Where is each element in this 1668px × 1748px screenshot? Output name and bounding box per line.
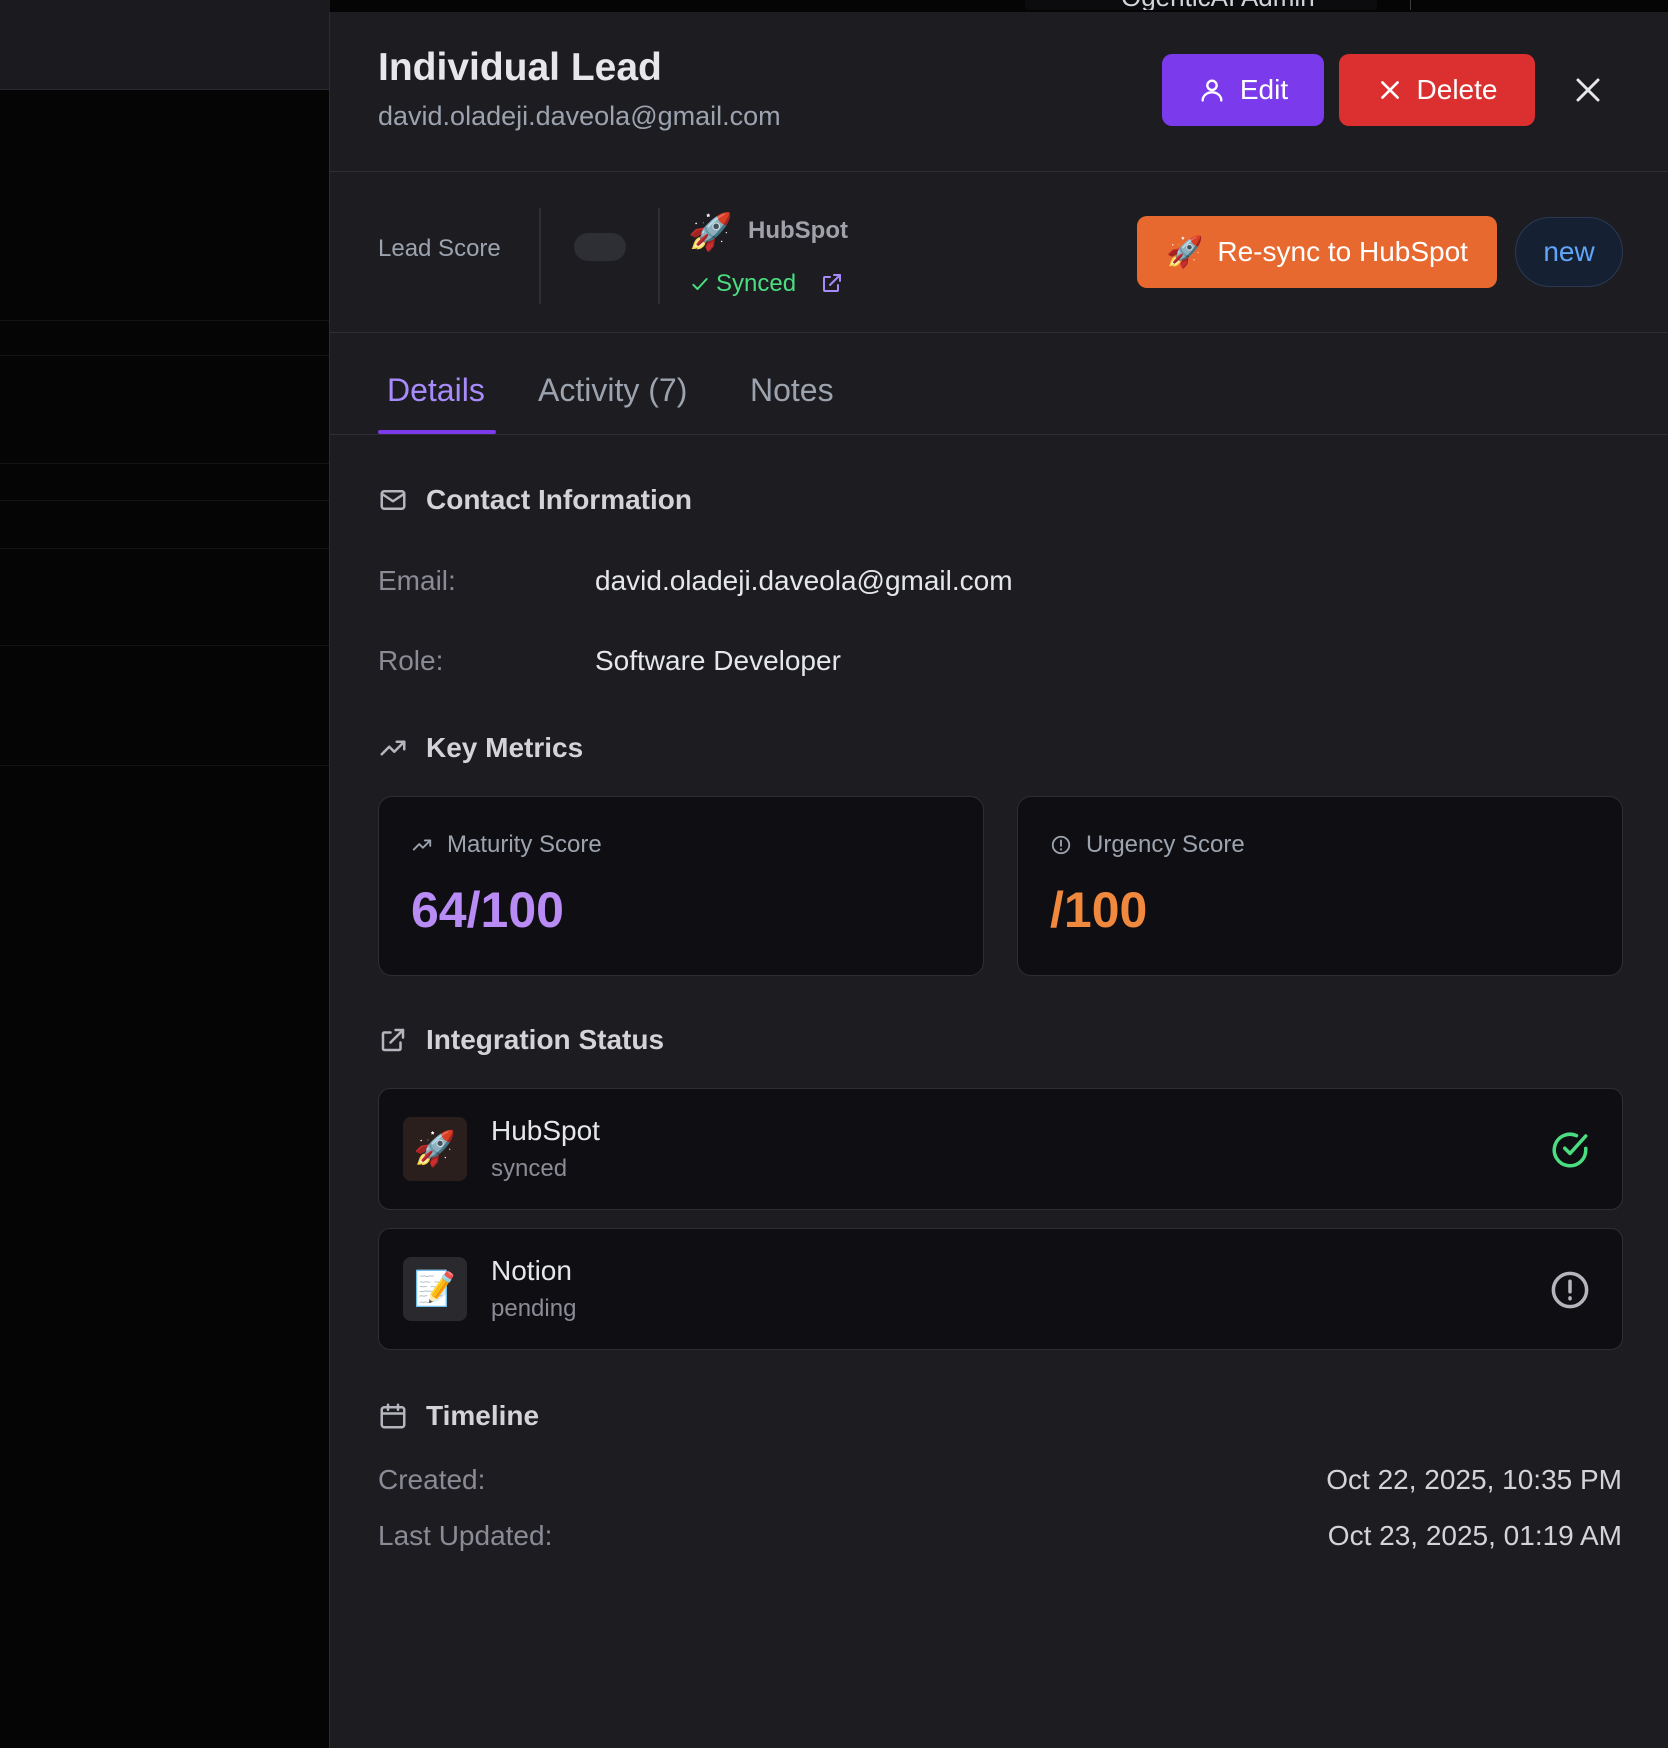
tab-activity[interactable]: Activity (7) bbox=[538, 372, 687, 409]
trending-up-icon bbox=[412, 839, 432, 851]
timeline-section-title: Timeline bbox=[378, 1400, 539, 1432]
background-row-divider bbox=[0, 765, 330, 766]
background-topbar bbox=[0, 0, 330, 90]
resync-hubspot-button[interactable]: 🚀 Re-sync to HubSpot bbox=[1137, 216, 1497, 288]
role-field-label: Role: bbox=[378, 645, 444, 676]
tab-details[interactable]: Details bbox=[387, 372, 485, 409]
maturity-score-label-row: Maturity Score bbox=[411, 831, 602, 859]
status-badge: new bbox=[1515, 217, 1623, 287]
background-row-divider bbox=[0, 463, 330, 464]
delete-button-label: Delete bbox=[1416, 74, 1498, 105]
resync-button-label: Re-sync to HubSpot bbox=[1217, 236, 1468, 267]
admin-account-menu[interactable]: OgenticAI Admin bbox=[1025, 0, 1377, 10]
maturity-score-card: Maturity Score 64/100 bbox=[378, 796, 984, 976]
timeline-section-label: Timeline bbox=[426, 1400, 540, 1431]
lead-detail-panel: Individual Lead david.oladeji.daveola@gm… bbox=[329, 12, 1668, 1748]
background-row-divider bbox=[0, 645, 330, 646]
trending-up-icon bbox=[380, 740, 406, 756]
maturity-score-label: Maturity Score bbox=[447, 831, 602, 858]
background-row-divider bbox=[0, 548, 330, 549]
contact-section-label: Contact Information bbox=[426, 484, 692, 515]
integration-status: pending bbox=[491, 1295, 577, 1322]
topbar-divider bbox=[1410, 0, 1411, 10]
created-label: Created: bbox=[378, 1464, 486, 1495]
integration-card-notion: 📝 Notion pending bbox=[378, 1228, 1623, 1350]
delete-button[interactable]: Delete bbox=[1339, 54, 1535, 126]
alert-circle-icon bbox=[1551, 1271, 1589, 1309]
role-field-value: Software Developer bbox=[595, 645, 841, 676]
integration-card-hubspot: 🚀 HubSpot synced bbox=[378, 1088, 1623, 1210]
integration-name: HubSpot bbox=[748, 217, 848, 244]
rocket-icon: 🚀 bbox=[1166, 235, 1204, 269]
email-field-label: Email: bbox=[378, 565, 456, 596]
active-tab-indicator bbox=[378, 430, 496, 434]
edit-button-label: Edit bbox=[1239, 74, 1289, 105]
integration-name: HubSpot bbox=[491, 1115, 600, 1146]
contact-section-title: Contact Information bbox=[378, 484, 692, 516]
calendar-icon bbox=[380, 1403, 406, 1429]
rocket-icon: 🚀 bbox=[403, 1117, 467, 1181]
external-link-icon bbox=[823, 274, 841, 292]
tab-bar: Details Activity (7) Notes bbox=[330, 334, 1668, 435]
external-link-icon bbox=[381, 1028, 405, 1052]
last-updated-label: Last Updated: bbox=[378, 1520, 553, 1551]
divider bbox=[658, 208, 660, 304]
mail-icon bbox=[380, 490, 406, 510]
close-icon bbox=[1576, 78, 1600, 102]
urgency-score-value: /100 bbox=[1050, 882, 1148, 938]
background-row-divider bbox=[0, 500, 330, 501]
x-icon bbox=[1380, 81, 1399, 99]
lead-score-indicator bbox=[574, 233, 626, 261]
sync-status-label: Synced bbox=[716, 270, 797, 297]
lead-email-subtitle: david.oladeji.daveola@gmail.com bbox=[378, 101, 781, 131]
background-row-divider bbox=[0, 320, 330, 321]
urgency-score-label: Urgency Score bbox=[1086, 831, 1245, 858]
sync-status: Synced bbox=[690, 270, 796, 298]
urgency-score-label-row: Urgency Score bbox=[1050, 831, 1245, 859]
panel-header: Individual Lead david.oladeji.daveola@gm… bbox=[330, 12, 1668, 172]
edit-button[interactable]: Edit bbox=[1162, 54, 1324, 126]
lead-sync-bar: Lead Score 🚀 HubSpot Synced 🚀 Re-sync to… bbox=[330, 173, 1668, 333]
metrics-section-title: Key Metrics bbox=[378, 732, 583, 764]
urgency-score-card: Urgency Score /100 bbox=[1017, 796, 1623, 976]
created-value: Oct 22, 2025, 10:35 PM bbox=[1326, 1464, 1622, 1495]
admin-label: OgenticAI Admin bbox=[1121, 0, 1315, 10]
open-in-hubspot-link[interactable] bbox=[820, 271, 846, 297]
check-circle-icon bbox=[1552, 1132, 1588, 1168]
metrics-section-label: Key Metrics bbox=[426, 732, 584, 763]
last-updated-value: Oct 23, 2025, 01:19 AM bbox=[1327, 1520, 1622, 1551]
check-icon bbox=[692, 278, 708, 290]
memo-icon: 📝 bbox=[403, 1257, 467, 1321]
email-field-value: david.oladeji.daveola@gmail.com bbox=[595, 565, 1013, 596]
rocket-icon: 🚀 bbox=[688, 211, 733, 252]
tab-notes[interactable]: Notes bbox=[750, 372, 834, 409]
lead-score-label: Lead Score bbox=[378, 235, 501, 262]
close-panel-button[interactable] bbox=[1566, 68, 1610, 112]
integration-section-title: Integration Status bbox=[378, 1024, 664, 1056]
integration-status: synced bbox=[491, 1155, 568, 1182]
integration-section-label: Integration Status bbox=[426, 1024, 665, 1055]
maturity-score-value: 64/100 bbox=[411, 882, 564, 938]
page-title: Individual Lead bbox=[378, 46, 662, 89]
alert-circle-icon bbox=[1051, 835, 1071, 855]
integration-name: Notion bbox=[491, 1255, 572, 1286]
background-row-divider bbox=[0, 355, 330, 356]
user-icon bbox=[1201, 79, 1223, 102]
divider bbox=[539, 208, 541, 304]
